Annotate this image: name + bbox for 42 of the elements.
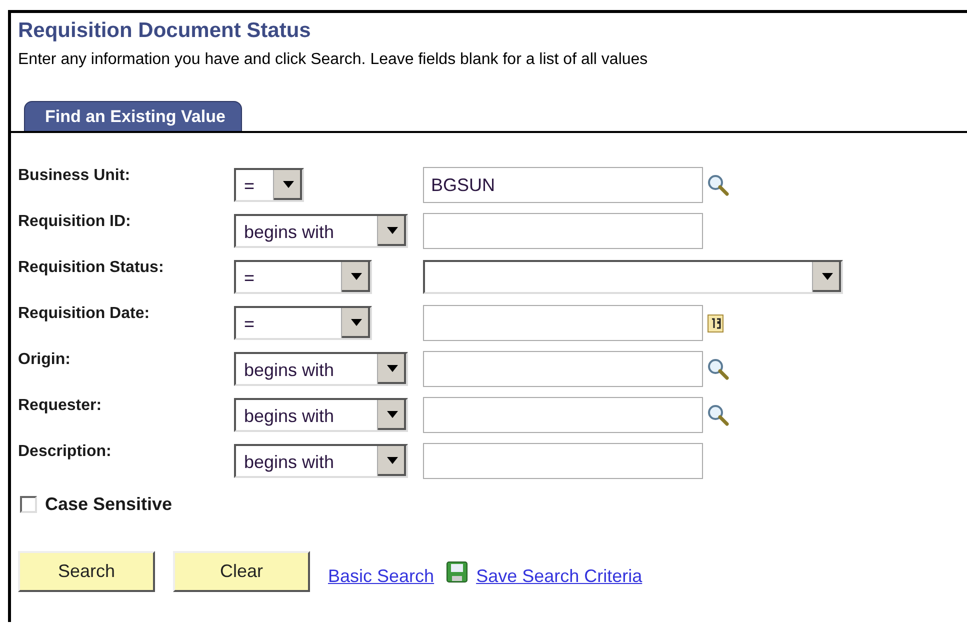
dropdown-arrow-icon [386, 227, 398, 234]
value-field[interactable] [423, 350, 703, 386]
operator-dropdown[interactable]: = [234, 168, 304, 202]
value-field[interactable]: BGSUN [423, 166, 703, 202]
operator-dropdown[interactable]: begins with [234, 444, 408, 478]
operator-dropdown[interactable]: begins with [234, 214, 408, 248]
operator-dropdown[interactable]: begins with [234, 352, 408, 386]
clear-button[interactable]: Clear [173, 551, 310, 592]
value-field[interactable] [423, 442, 703, 478]
field-label: Requisition Date: [18, 304, 151, 323]
field-label: Requisition ID: [18, 212, 132, 231]
value-field[interactable] [423, 212, 703, 248]
instructions-text: Enter any information you have and click Search. Leave fields blank for a list of all values [18, 51, 649, 69]
search-icon[interactable] [707, 174, 729, 196]
value-dropdown[interactable] [423, 260, 843, 294]
operator-dropdown[interactable]: = [234, 260, 372, 294]
value-field[interactable] [423, 396, 703, 432]
value-field[interactable] [423, 304, 703, 340]
link[interactable]: Save Search Criteria [476, 566, 642, 587]
checkbox-label: Case Sensitive [45, 494, 172, 515]
operator-dropdown[interactable]: begins with [234, 398, 408, 432]
search-icon[interactable] [707, 358, 729, 380]
dropdown-arrow-icon [350, 319, 362, 326]
link[interactable]: Basic Search [328, 566, 434, 587]
calendar-icon[interactable] [707, 312, 724, 332]
field-label: Requisition Status: [18, 258, 165, 277]
search-button[interactable]: Search [18, 551, 155, 592]
search-icon[interactable] [707, 404, 729, 426]
dropdown-arrow-icon [386, 365, 398, 372]
dropdown-arrow-icon [282, 181, 294, 188]
page-title: Requisition Document Status [18, 19, 312, 43]
dropdown-arrow-icon [386, 457, 398, 464]
dropdown-arrow-icon [350, 273, 362, 280]
tab[interactable]: Find an Existing Value [24, 101, 242, 131]
field-label: Origin: [18, 350, 72, 369]
dropdown-arrow-icon [822, 273, 832, 280]
field-label: Requester: [18, 396, 103, 415]
operator-dropdown[interactable]: = [234, 306, 372, 340]
checkbox[interactable] [20, 496, 37, 513]
dropdown-arrow-icon [386, 411, 398, 418]
field-label: Business Unit: [18, 166, 132, 185]
field-label: Description: [18, 442, 112, 461]
